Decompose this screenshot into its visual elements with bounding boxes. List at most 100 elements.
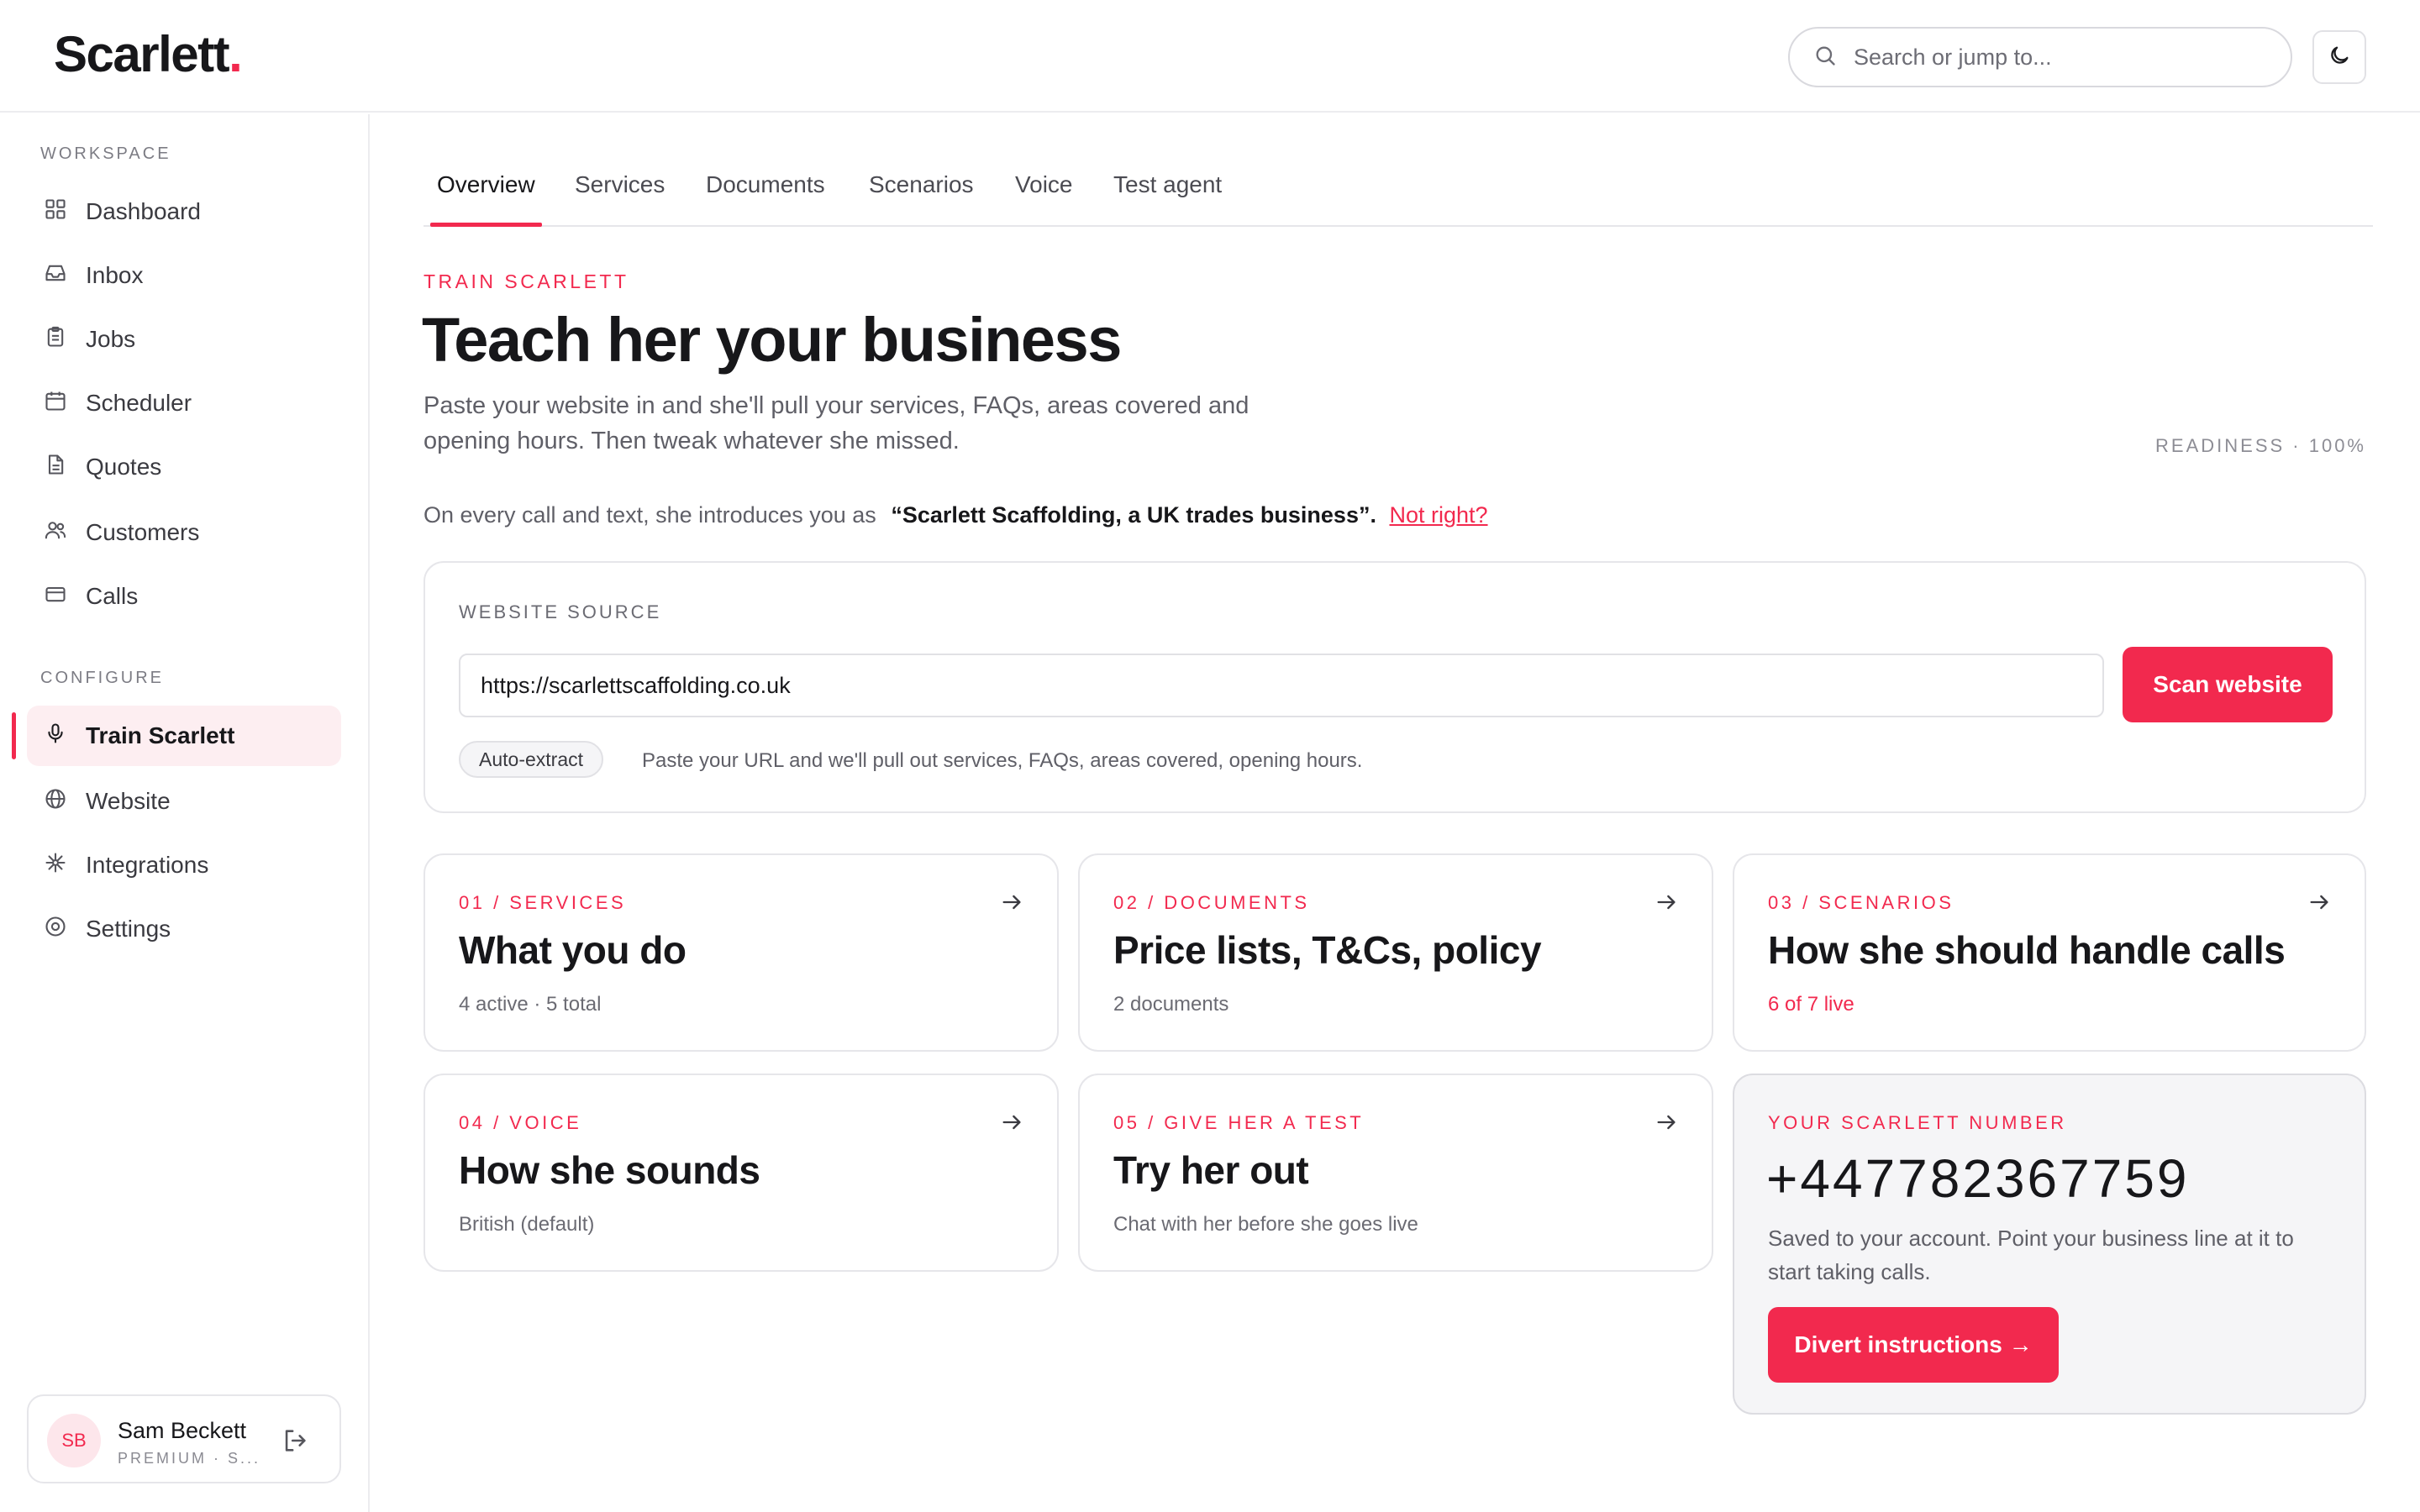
- intro-line: On every call and text, she introduces y…: [424, 502, 1488, 528]
- scarlett-logo[interactable]: Scarlett.: [54, 25, 243, 83]
- step-meta: 4 active · 5 total: [459, 993, 602, 1016]
- tab-services[interactable]: Services: [568, 171, 671, 227]
- arrow-right-icon: [2307, 890, 2331, 914]
- sidebar-item-label: Customers: [86, 519, 200, 545]
- readiness-indicator: READINESS · 100%: [2155, 435, 2366, 456]
- sidebar-item-jobs[interactable]: Jobs: [27, 309, 341, 370]
- inbox-icon: [44, 261, 67, 291]
- search-box[interactable]: [1788, 27, 2292, 87]
- tab-voice[interactable]: Voice: [1008, 171, 1080, 227]
- scarlett-number-label: YOUR SCARLETT NUMBER: [1768, 1112, 2067, 1133]
- tab-bar: Overview Services Documents Scenarios Vo…: [424, 158, 2373, 227]
- website-url-input[interactable]: [459, 654, 2104, 717]
- theme-toggle-button[interactable]: [2312, 30, 2366, 84]
- sidebar-item-dashboard[interactable]: Dashboard: [27, 181, 341, 242]
- sidebar-item-label: Inbox: [86, 262, 144, 288]
- tab-test-agent[interactable]: Test agent: [1107, 171, 1228, 227]
- step-card-test[interactable]: 05 / GIVE HER A TEST Try her out Chat wi…: [1078, 1074, 1713, 1272]
- clipboard-icon: [44, 325, 67, 354]
- tab-documents[interactable]: Documents: [699, 171, 832, 227]
- tab-overview[interactable]: Overview: [430, 171, 542, 227]
- sidebar-item-label: Calls: [86, 583, 139, 609]
- step-title: Price lists, T&Cs, policy: [1113, 928, 1542, 972]
- step-title: How she sounds: [459, 1148, 760, 1192]
- card-icon: [44, 582, 67, 612]
- sidebar: WORKSPACE Dashboard Inbox Jobs Scheduler…: [0, 114, 370, 1512]
- logout-icon[interactable]: [281, 1426, 309, 1455]
- sidebar-item-label: Quotes: [86, 454, 162, 480]
- search-input[interactable]: [1854, 44, 2257, 71]
- scarlett-number-card: YOUR SCARLETT NUMBER +447782367759 Saved…: [1733, 1074, 2366, 1415]
- sidebar-item-calls[interactable]: Calls: [27, 566, 341, 627]
- logo-dot: .: [229, 26, 243, 82]
- step-card-voice[interactable]: 04 / VOICE How she sounds British (defau…: [424, 1074, 1059, 1272]
- workspace-section-label: WORKSPACE: [40, 144, 171, 163]
- configure-section-label: CONFIGURE: [40, 669, 164, 687]
- step-label: 02 / DOCUMENTS: [1113, 892, 1310, 913]
- sidebar-item-website[interactable]: Website: [27, 771, 341, 832]
- step-label: 04 / VOICE: [459, 1112, 582, 1133]
- microphone-icon: [44, 722, 67, 751]
- sidebar-item-label: Website: [86, 788, 171, 814]
- website-source-card: WEBSITE SOURCE Scan website Auto-extract…: [424, 561, 2366, 813]
- tab-scenarios[interactable]: Scenarios: [862, 171, 981, 227]
- search-icon: [1813, 44, 1837, 71]
- page-eyebrow: TRAIN SCARLETT: [424, 270, 629, 292]
- avatar: SB: [47, 1414, 101, 1467]
- intro-business-name: “Scarlett Scaffolding, a UK trades busin…: [891, 502, 1376, 528]
- user-name: Sam Beckett: [118, 1418, 247, 1443]
- sidebar-item-label: Dashboard: [86, 198, 201, 224]
- sidebar-item-integrations[interactable]: Integrations: [27, 835, 341, 895]
- auto-extract-badge: Auto-extract: [459, 741, 603, 778]
- step-title: Try her out: [1113, 1148, 1309, 1192]
- scan-website-button[interactable]: Scan website: [2123, 647, 2333, 722]
- sidebar-item-scheduler[interactable]: Scheduler: [27, 373, 341, 433]
- intro-prefix: On every call and text, she introduces y…: [424, 502, 876, 528]
- logo-text: Scarlett: [54, 26, 230, 82]
- step-meta: 2 documents: [1113, 993, 1229, 1016]
- moon-icon: [2328, 44, 2351, 71]
- not-right-link[interactable]: Not right?: [1389, 502, 1487, 528]
- step-meta: British (default): [459, 1213, 595, 1236]
- step-meta: 6 of 7 live: [1768, 993, 1854, 1016]
- scarlett-number-description: Saved to your account. Point your busine…: [1768, 1226, 2294, 1284]
- sidebar-item-quotes[interactable]: Quotes: [27, 437, 341, 497]
- arrow-right-icon: [1655, 890, 1678, 914]
- sidebar-item-customers[interactable]: Customers: [27, 502, 341, 563]
- sidebar-item-label: Train Scarlett: [86, 722, 235, 748]
- calendar-icon: [44, 389, 67, 418]
- divert-instructions-button[interactable]: Divert instructions →: [1768, 1307, 2059, 1383]
- sidebar-item-settings[interactable]: Settings: [27, 899, 341, 959]
- step-card-scenarios[interactable]: 03 / SCENARIOS How she should handle cal…: [1733, 853, 2366, 1052]
- page-description: Paste your website in and she'll pull yo…: [424, 392, 1249, 454]
- step-card-documents[interactable]: 02 / DOCUMENTS Price lists, T&Cs, policy…: [1078, 853, 1713, 1052]
- sidebar-item-label: Settings: [86, 916, 171, 942]
- user-card[interactable]: SB Sam Beckett PREMIUM · S...: [27, 1394, 341, 1483]
- arrow-right-icon: [1000, 890, 1023, 914]
- top-bar: Scarlett.: [0, 0, 2420, 113]
- grid-icon: [44, 197, 67, 227]
- settings-icon: [44, 915, 67, 944]
- sidebar-item-label: Jobs: [86, 326, 136, 352]
- sparkle-icon: [44, 851, 67, 880]
- sidebar-item-train-scarlett[interactable]: Train Scarlett: [27, 706, 341, 766]
- sidebar-item-inbox[interactable]: Inbox: [27, 245, 341, 306]
- website-source-label: WEBSITE SOURCE: [459, 601, 662, 622]
- scarlett-phone-number: +447782367759: [1766, 1148, 2190, 1209]
- step-title: How she should handle calls: [1768, 928, 2286, 972]
- website-source-note: Paste your URL and we'll pull out servic…: [642, 749, 1363, 772]
- step-label: 03 / SCENARIOS: [1768, 892, 1954, 913]
- step-card-services[interactable]: 01 / SERVICES What you do 4 active · 5 t…: [424, 853, 1059, 1052]
- arrow-right-icon: [1000, 1110, 1023, 1134]
- users-icon: [44, 518, 67, 548]
- step-label: 05 / GIVE HER A TEST: [1113, 1112, 1365, 1133]
- active-indicator: [12, 712, 16, 759]
- document-icon: [44, 453, 67, 482]
- user-plan: PREMIUM · S...: [118, 1450, 261, 1467]
- page-title: Teach her your business: [422, 305, 1122, 375]
- globe-icon: [44, 787, 67, 816]
- sidebar-item-label: Integrations: [86, 852, 209, 878]
- step-meta: Chat with her before she goes live: [1113, 1213, 1418, 1236]
- step-title: What you do: [459, 928, 687, 972]
- arrow-right-icon: [1655, 1110, 1678, 1134]
